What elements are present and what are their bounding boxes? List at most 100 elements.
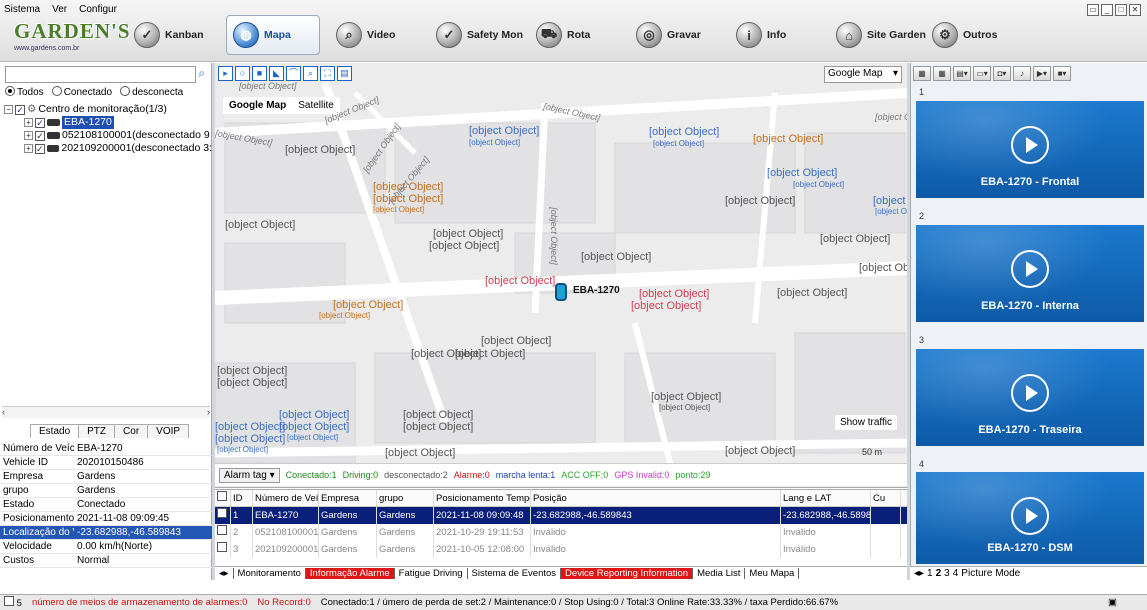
tab-device-reporting[interactable]: Device Reporting Information	[561, 568, 694, 579]
circle-icon[interactable]: ○	[235, 66, 250, 81]
nav-outros-button[interactable]: ⚙ Outros	[926, 15, 1003, 55]
grid-icon[interactable]: ▤▾	[953, 66, 971, 81]
nav-site-button[interactable]: ⌂ Site Garden	[830, 15, 932, 55]
pointer-icon[interactable]: ▸	[218, 66, 233, 81]
radio-desconectado[interactable]: desconecta	[120, 86, 183, 98]
channel-number: 4	[919, 459, 925, 469]
video-panel: ▦ ▦ ▤▾ ▭▾ ◘▾ ♪ ▶▾ ■▾ 1 EBA-1270 - Frontal 2 EBA…	[910, 63, 1147, 580]
table-row[interactable]: 2 052108100001 Gardens Gardens 2021-10-29 19…	[215, 524, 907, 541]
play-icon[interactable]	[1011, 126, 1049, 164]
map-provider-select[interactable]: Google Map ▾	[824, 66, 902, 83]
page-tab[interactable]: 4	[953, 568, 959, 579]
volume-icon[interactable]: ♪	[1013, 66, 1031, 81]
zoom-search-icon[interactable]: ⌕	[303, 66, 318, 81]
tab-sistema-eventos[interactable]: Sistema de Eventos	[468, 568, 562, 579]
table-header: ID Número de Veíc Empresa grupo Posicionamen…	[215, 490, 907, 507]
polygon-icon[interactable]: ◣	[269, 66, 284, 81]
rect-icon[interactable]: ■	[252, 66, 267, 81]
layout2-icon[interactable]: ▦	[933, 66, 951, 81]
tab-informacao-alarme[interactable]: Informação Alarme	[305, 568, 395, 579]
play-icon[interactable]: ▶▾	[1033, 66, 1051, 81]
polyline-icon[interactable]: ⌒	[286, 66, 301, 81]
page-tab[interactable]: 3	[944, 568, 950, 579]
close-icon[interactable]: ✕	[1129, 4, 1141, 16]
vehicle-table: ID Número de Veíc Empresa grupo Posicionamen…	[215, 489, 907, 565]
map-label: [object Object]	[639, 288, 710, 300]
channel-number: 1	[919, 87, 925, 97]
radio-conectado[interactable]: Conectado	[51, 86, 112, 98]
tab-monitoramento[interactable]: Monitoramento	[234, 568, 306, 579]
fullscreen-icon[interactable]: ⛶	[320, 66, 335, 81]
page-tab[interactable]: 2	[936, 568, 942, 579]
table-row[interactable]: 3 202109200001 Gardens Gardens 2021-10-05 12…	[215, 541, 907, 558]
video-caption: EBA-1270 - Traseira	[978, 424, 1082, 436]
layers-icon[interactable]: ▤	[337, 66, 352, 81]
stop-icon[interactable]: ■▾	[1053, 66, 1071, 81]
nav-kanban-button[interactable]: ✓ Kanban	[128, 15, 210, 55]
tab-media-list[interactable]: Media List	[693, 568, 746, 579]
nav-safety-button[interactable]: ✓ Safety Mon	[430, 15, 529, 55]
expand-icon[interactable]: ▣	[1108, 597, 1117, 608]
menu-configur[interactable]: Configur	[79, 4, 117, 15]
alarm-tag-select[interactable]: Alarm tag ▾	[219, 467, 280, 483]
page-tab[interactable]: 1	[927, 568, 933, 579]
restore-icon[interactable]: ▭	[1087, 4, 1099, 16]
tree-vehicle[interactable]: + ✓ EBA-1270	[4, 116, 212, 129]
video-tile[interactable]: EBA-1270 - Interna	[916, 225, 1144, 322]
radio-todos[interactable]: Todos	[5, 86, 44, 98]
minimize-icon[interactable]: _	[1101, 4, 1113, 16]
tab-voip[interactable]: VOIP	[147, 424, 190, 438]
tab-meu-mapa[interactable]: Meu Mapa	[745, 568, 800, 579]
tab-ptz[interactable]: PTZ	[78, 424, 116, 438]
alarm-count: ACC OFF:0	[561, 470, 609, 480]
maximize-icon[interactable]: □	[1115, 4, 1127, 16]
map-label: [object Object]	[279, 421, 350, 433]
tab-fatigue-driving[interactable]: Fatigue Driving	[395, 568, 468, 579]
video-tile[interactable]: EBA-1270 - DSM	[916, 472, 1144, 564]
map-view[interactable]: ▸ ○ ■ ◣ ⌒ ⌕ ⛶ ▤ Google Map ▾ Google Map Satellit…	[215, 63, 907, 488]
play-icon[interactable]	[1011, 374, 1049, 412]
tab-cor[interactable]: Cor	[114, 424, 149, 438]
show-traffic-button[interactable]: Show traffic	[834, 415, 897, 430]
snapshot-icon[interactable]: ◘▾	[993, 66, 1011, 81]
route-icon: ⛟	[536, 22, 562, 48]
search-input[interactable]	[5, 66, 197, 83]
alarm-count: marcha lenta:1	[495, 470, 556, 480]
tab-estado[interactable]: Estado	[30, 424, 80, 438]
nav-rota-button[interactable]: ⛟ Rota	[530, 15, 596, 55]
play-icon[interactable]	[1011, 497, 1049, 535]
table-row[interactable]: 1 EBA-1270 Gardens Gardens 2021-11-08 09:09:…	[215, 507, 907, 524]
map-label: [object Object]	[469, 125, 540, 137]
maptype-roadmap[interactable]: Google Map	[229, 100, 286, 111]
play-icon[interactable]	[1011, 250, 1049, 288]
map-label: [object Object]	[319, 311, 371, 320]
tree-root[interactable]: − ✓ ⚙ Centro de monitoração(1/3)	[4, 103, 212, 116]
nav-video-button[interactable]: ⌕ Video	[330, 15, 401, 55]
tab-nav-arrows[interactable]: ◂▸	[215, 568, 234, 579]
nav-label: Video	[367, 29, 396, 41]
page-nav-arrows[interactable]: ◂▸	[914, 568, 924, 579]
nav-info-button[interactable]: i Info	[730, 15, 792, 55]
video-tile[interactable]: EBA-1270 - Traseira	[916, 349, 1144, 446]
menu-ver[interactable]: Ver	[52, 4, 67, 15]
status-count: 5	[4, 596, 22, 609]
screen-icon[interactable]: ▭▾	[973, 66, 991, 81]
picture-mode-tab[interactable]: Picture Mode	[961, 568, 1020, 579]
vehicle-marker-icon[interactable]	[555, 283, 567, 301]
property-row: grupo Gardens	[0, 484, 212, 498]
layout-icon[interactable]: ▦	[913, 66, 931, 81]
tree-hscroll[interactable]: ‹ ›	[2, 406, 210, 418]
nav-gravar-button[interactable]: ◎ Gravar	[630, 15, 707, 55]
video-icon: ⌕	[336, 22, 362, 48]
nav-mapa-button[interactable]: ◍ Mapa	[226, 15, 320, 55]
search-icon[interactable]: ⌕	[198, 66, 205, 83]
menu-sistema[interactable]: Sistema	[4, 4, 40, 15]
video-tile[interactable]: EBA-1270 - Frontal	[916, 101, 1144, 198]
map-label: [object Object]	[217, 377, 288, 389]
alarm-count: GPS Invalid:0	[614, 470, 670, 480]
nav-label: Outros	[963, 29, 998, 41]
tree-vehicle[interactable]: + ✓ 052108100001(desconectado 9	[4, 129, 212, 142]
map-label: [object Object]	[793, 180, 845, 189]
maptype-satellite[interactable]: Satellite	[298, 100, 334, 111]
tree-vehicle[interactable]: + ✓ 202109200001(desconectado 3:	[4, 142, 212, 155]
